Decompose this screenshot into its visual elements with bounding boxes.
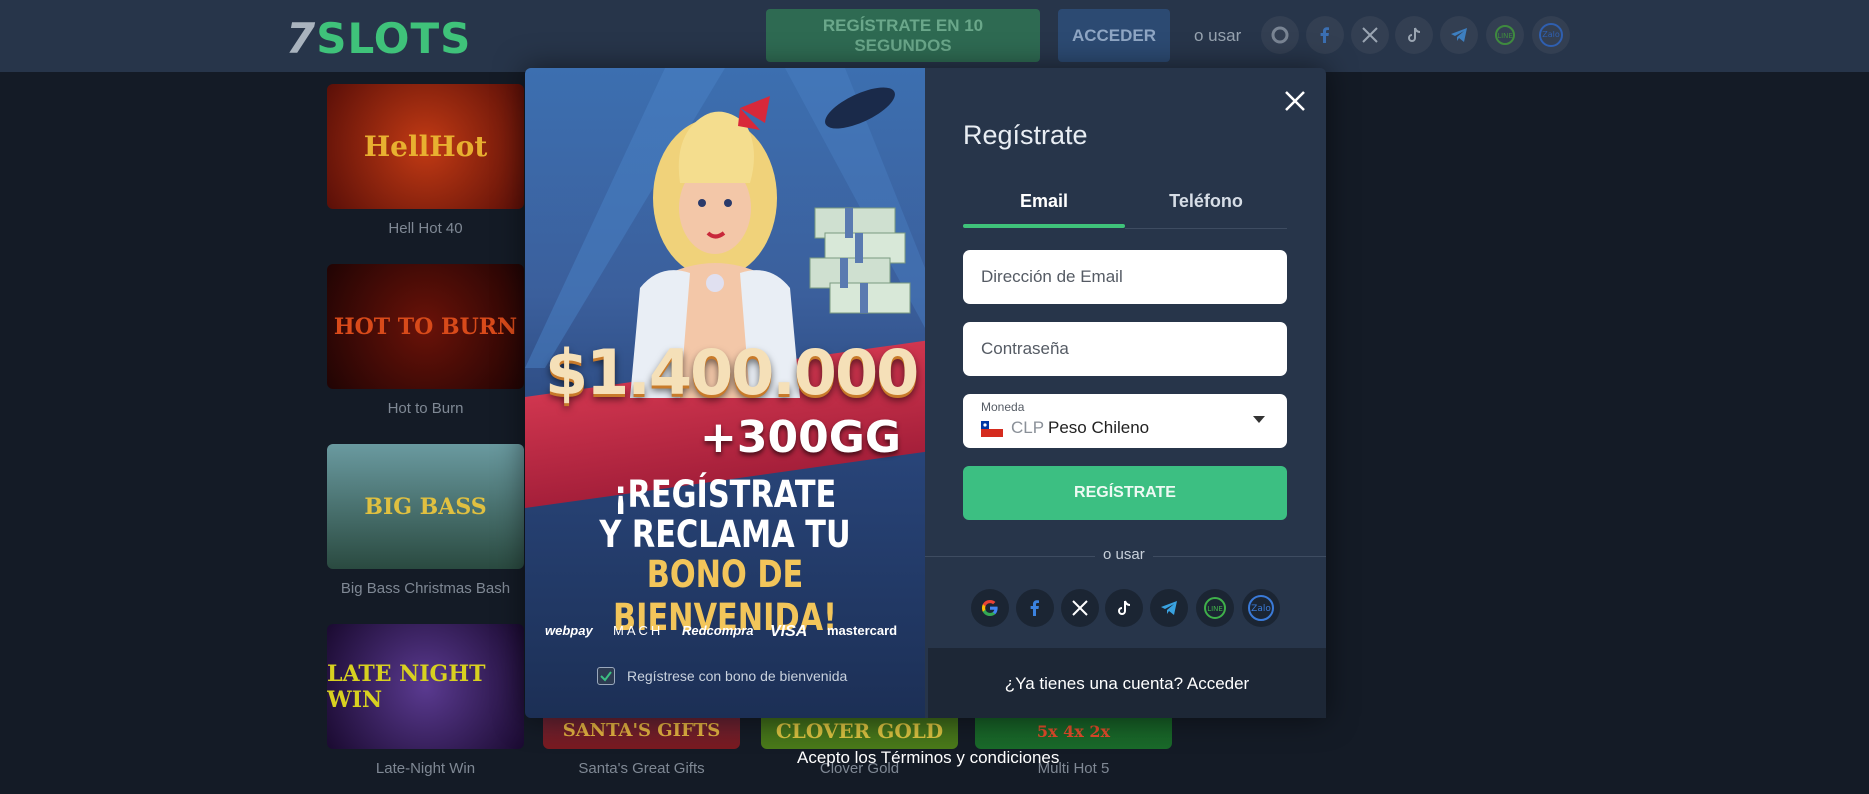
login-top-button[interactable]: ACCEDER [1058, 9, 1170, 62]
email-field[interactable] [963, 250, 1287, 304]
register-top-button[interactable]: REGÍSTRATE EN 10 SEGUNDOS [766, 9, 1040, 62]
currency-name: Peso Chileno [1048, 418, 1150, 437]
tab-active-indicator [963, 224, 1125, 228]
terms-text[interactable]: Acepto los Términos y condiciones [797, 748, 1059, 768]
tiktok-icon[interactable] [1105, 589, 1143, 627]
telegram-icon[interactable] [1440, 16, 1478, 54]
svg-text:LINE: LINE [1207, 605, 1223, 613]
svg-text:Zalo: Zalo [1542, 30, 1560, 39]
game-art: BIG BASS [327, 444, 524, 569]
logo-slots: SLOTS [316, 14, 472, 63]
game-tile[interactable]: LATE NIGHT WIN [327, 624, 524, 749]
svg-text:LINE: LINE [1497, 32, 1513, 40]
logo-seven: 7 [286, 14, 317, 63]
google-icon[interactable] [971, 589, 1009, 627]
svg-text:Zalo: Zalo [1251, 604, 1271, 614]
game-tile[interactable]: HellHot [327, 84, 524, 209]
game-title[interactable]: Big Bass Christmas Bash [327, 580, 524, 597]
facebook-icon[interactable] [1016, 589, 1054, 627]
line-icon[interactable]: LINE [1486, 16, 1524, 54]
or-use-label: o usar [1095, 546, 1153, 563]
form-title: Regístrate [963, 120, 1088, 150]
register-form: Regístrate Email Teléfono Moneda CLP Pes… [525, 68, 1326, 718]
x-icon[interactable] [1061, 589, 1099, 627]
site-logo[interactable]: 7SLOTS [286, 14, 471, 63]
game-tile[interactable]: BIG BASS [327, 444, 524, 569]
login-link[interactable]: Acceder [1187, 674, 1249, 693]
game-title[interactable]: Santa's Great Gifts [543, 760, 740, 777]
tab-divider [1125, 228, 1287, 229]
chevron-down-icon [1253, 416, 1265, 423]
zalo-icon[interactable]: Zalo [1532, 16, 1570, 54]
currency-select[interactable]: Moneda CLP Peso Chileno [963, 394, 1287, 448]
zalo-icon[interactable]: Zalo [1242, 589, 1280, 627]
close-icon[interactable] [1280, 86, 1310, 116]
game-art: HellHot [327, 84, 524, 209]
top-bar: 7SLOTS REGÍSTRATE EN 10 SEGUNDOS ACCEDER… [0, 0, 1869, 72]
telegram-icon[interactable] [1150, 589, 1188, 627]
currency-label: Moneda [981, 400, 1025, 414]
game-art: HOT TO BURN [327, 264, 524, 389]
game-title[interactable]: Hot to Burn [327, 400, 524, 417]
game-title[interactable]: Hell Hot 40 [327, 220, 524, 237]
login-prompt-footer: ¿Ya tienes una cuenta? Acceder [928, 648, 1326, 718]
google-icon[interactable] [1261, 16, 1299, 54]
game-tile[interactable]: HOT TO BURN [327, 264, 524, 389]
register-submit-button[interactable]: REGÍSTRATE [963, 466, 1287, 520]
tiktok-icon[interactable] [1395, 16, 1433, 54]
line-icon[interactable]: LINE [1196, 589, 1234, 627]
password-field[interactable] [963, 322, 1287, 376]
game-title[interactable]: Late-Night Win [327, 760, 524, 777]
have-account-text: ¿Ya tienes una cuenta? [1004, 674, 1184, 693]
tab-phone[interactable]: Teléfono [1125, 191, 1287, 212]
tab-email[interactable]: Email [963, 191, 1125, 212]
login-prompt: ¿Ya tienes una cuenta? Acceder [928, 674, 1326, 694]
facebook-icon[interactable] [1306, 16, 1344, 54]
game-art: LATE NIGHT WIN [327, 624, 524, 749]
or-use-label-top: o usar [1194, 26, 1242, 45]
currency-code: CLP [1011, 418, 1045, 437]
chile-flag-icon [981, 421, 1003, 437]
x-icon[interactable] [1351, 16, 1389, 54]
